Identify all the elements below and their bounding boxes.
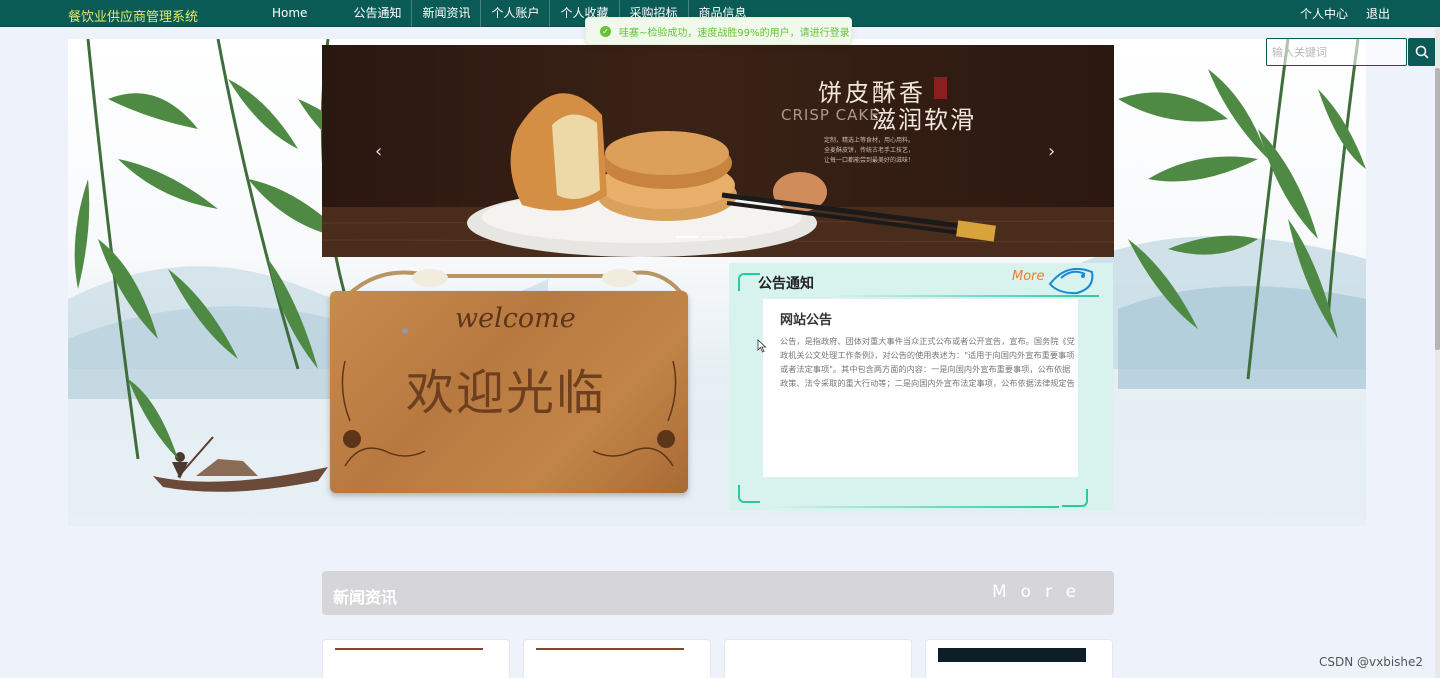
banner-description: 定制，精选上等食材，用心用料。 全麦酥皮饼，传统古老手工技艺， 让每一口都能尝到… bbox=[824, 137, 915, 164]
frame-line bbox=[769, 506, 1059, 508]
toast-message: 哇塞~检验成功，速度战胜99%的用户，请进行登录 bbox=[619, 27, 850, 39]
carousel-prev-icon[interactable]: ‹ bbox=[375, 141, 382, 162]
nav-item-account[interactable]: 个人账户 bbox=[481, 0, 551, 27]
watermark: CSDN @vxbishe2 bbox=[1319, 655, 1424, 669]
search-button[interactable] bbox=[1408, 38, 1436, 66]
banner-title-cn2: 滋润软滑 bbox=[872, 106, 976, 134]
nav-right: 个人中心 退出 bbox=[1300, 0, 1390, 27]
news-section-title: 新闻资讯 bbox=[333, 588, 398, 607]
nav-item-home[interactable]: Home bbox=[262, 0, 343, 27]
carousel-dot[interactable] bbox=[676, 236, 698, 238]
banner-seal bbox=[934, 77, 947, 99]
logout-link[interactable]: 退出 bbox=[1366, 5, 1390, 22]
news-card[interactable] bbox=[925, 639, 1113, 678]
check-circle-icon: ✓ bbox=[600, 25, 611, 37]
carousel-dot[interactable] bbox=[726, 236, 748, 238]
news-section-header: 新闻资讯 More bbox=[322, 571, 1114, 615]
search-input[interactable] bbox=[1266, 38, 1407, 66]
nav-item-notice[interactable]: 公告通知 bbox=[343, 0, 413, 27]
news-card[interactable] bbox=[724, 639, 912, 678]
news-more-link[interactable]: More bbox=[992, 582, 1090, 602]
nav-item-news[interactable]: 新闻资讯 bbox=[412, 0, 482, 27]
welcome-sign: welcome 欢迎光临 bbox=[330, 291, 688, 493]
brand-title[interactable]: 餐饮业供应商管理系统 bbox=[68, 6, 198, 25]
carousel-dot[interactable] bbox=[701, 236, 723, 238]
banner-image bbox=[322, 93, 1114, 257]
frame-corner bbox=[1062, 489, 1088, 507]
news-thumbnail bbox=[938, 648, 1086, 662]
notice-card-text: 公告，是指政府、团体对重大事件当众正式公布或者公开宣告，宣布。国务院《党政机关公… bbox=[780, 336, 1075, 388]
notice-card[interactable]: 网站公告 公告，是指政府、团体对重大事件当众正式公布或者公开宣告，宣布。国务院《… bbox=[763, 299, 1078, 477]
page-scrollbar[interactable] bbox=[1435, 28, 1440, 678]
carousel-indicators bbox=[676, 236, 748, 238]
fish-icon[interactable] bbox=[1047, 260, 1097, 296]
search-icon bbox=[1415, 45, 1429, 59]
frame-corner bbox=[738, 485, 760, 503]
carousel-next-icon[interactable]: › bbox=[1048, 141, 1055, 162]
news-card[interactable] bbox=[523, 639, 711, 678]
sign-ornament-icon bbox=[341, 328, 677, 467]
notice-card-title[interactable]: 网站公告 bbox=[780, 309, 832, 328]
notice-more-link[interactable]: More bbox=[1012, 269, 1045, 284]
news-thumbnail bbox=[536, 648, 684, 650]
mouse-cursor-icon bbox=[757, 339, 767, 353]
notice-title: 公告通知 bbox=[758, 276, 814, 292]
banner-carousel[interactable]: ‹ › 饼皮酥香 CRISP CAKE 滋润软滑 定制，精选上等食材，用心用料。… bbox=[322, 45, 1114, 257]
news-thumbnail bbox=[335, 648, 483, 650]
user-center-link[interactable]: 个人中心 bbox=[1300, 5, 1348, 22]
banner-title-en: CRISP CAKE bbox=[781, 106, 880, 124]
news-card[interactable] bbox=[322, 639, 510, 678]
scrollbar-thumb[interactable] bbox=[1435, 68, 1440, 350]
success-toast: ✓ 哇塞~检验成功，速度战胜99%的用户，请进行登录 bbox=[585, 17, 852, 45]
frame-corner bbox=[738, 273, 760, 291]
notice-panel: 公告通知 More 网站公告 公告，是指政府、团体对重大事件当众正式公布或者公开… bbox=[729, 263, 1113, 511]
